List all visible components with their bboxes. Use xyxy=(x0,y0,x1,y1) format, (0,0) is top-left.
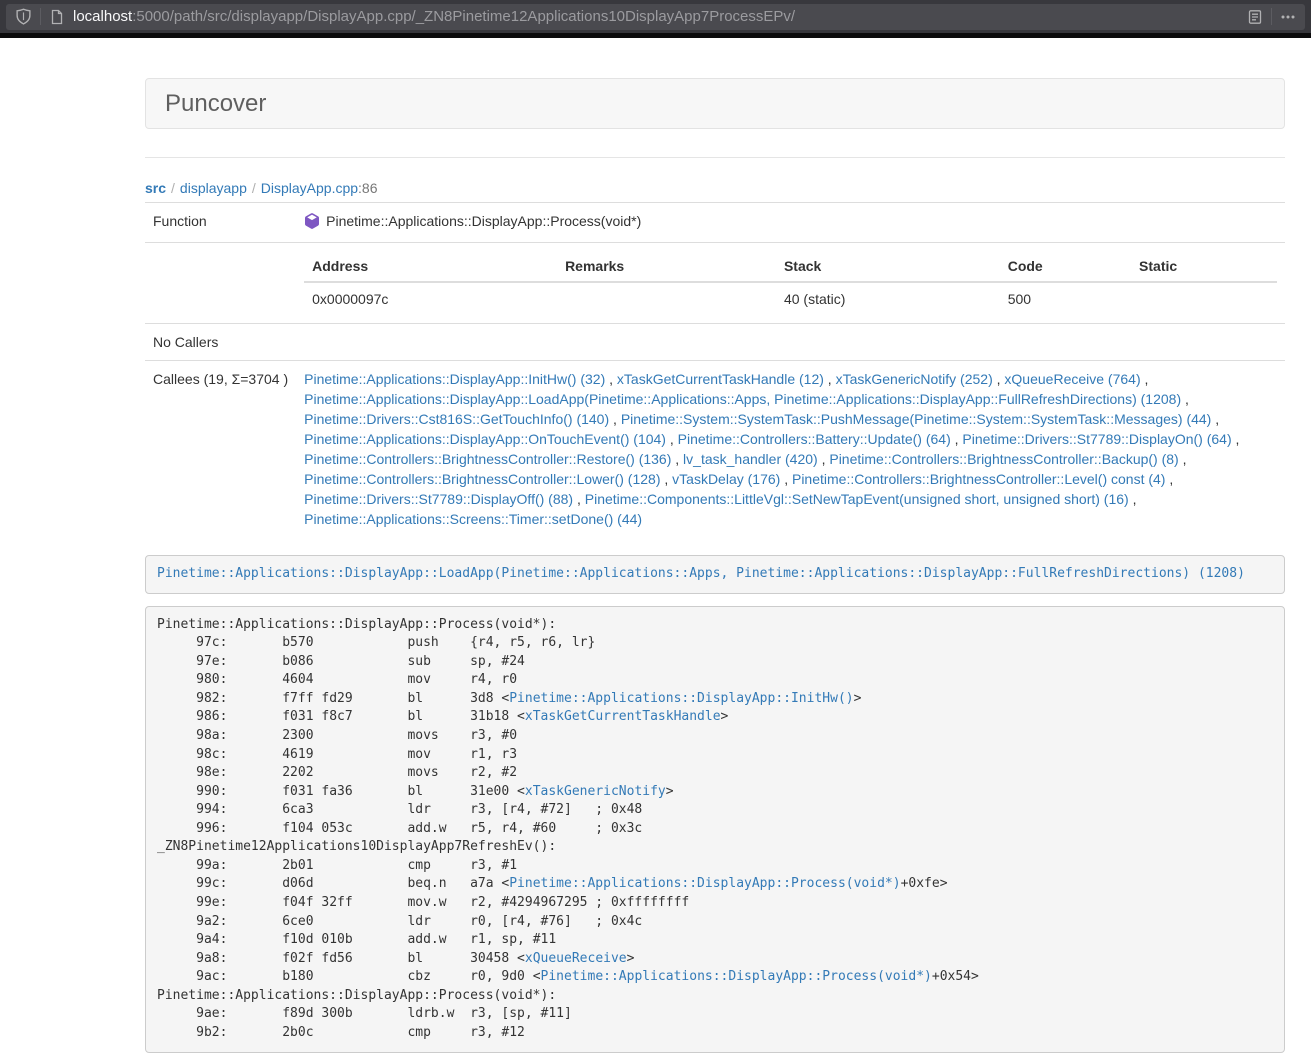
urlbar-divider xyxy=(40,8,41,25)
callee-link[interactable]: Pinetime::Applications::Screens::Timer::… xyxy=(304,511,642,527)
callee-separator: , xyxy=(951,431,963,447)
url-bar[interactable]: localhost:5000/path/src/displayapp/Displ… xyxy=(6,4,1305,30)
package-cube-icon xyxy=(304,213,320,234)
asm-symbol-link[interactable]: xTaskGetCurrentTaskHandle xyxy=(525,709,721,724)
metric-value xyxy=(557,282,776,315)
column-header: Address xyxy=(304,251,557,282)
breadcrumb-link[interactable]: displayapp xyxy=(180,180,247,196)
callee-link[interactable]: Pinetime::Drivers::St7789::DisplayOff() … xyxy=(304,491,573,507)
loadapp-snippet-link[interactable]: Pinetime::Applications::DisplayApp::Load… xyxy=(157,566,1245,581)
asm-symbol-link[interactable]: Pinetime::Applications::DisplayApp::Proc… xyxy=(541,969,932,984)
callee-link[interactable]: Pinetime::Applications::DisplayApp::Init… xyxy=(304,371,605,387)
callee-separator: , xyxy=(573,491,585,507)
asm-symbol-link[interactable]: Pinetime::Applications::DisplayApp::Proc… xyxy=(509,876,900,891)
page-actions-menu-icon[interactable] xyxy=(1280,9,1296,25)
callee-link[interactable]: Pinetime::Controllers::BrightnessControl… xyxy=(304,471,660,487)
url-host: localhost xyxy=(73,8,132,25)
breadcrumb-separator: / xyxy=(247,180,261,196)
breadcrumb-link[interactable]: src xyxy=(145,180,166,196)
callee-separator: , xyxy=(1165,471,1173,487)
empty-label-cell xyxy=(145,243,296,324)
metrics-cell: AddressRemarksStackCodeStatic 0x0000097c… xyxy=(296,243,1285,324)
callee-link[interactable]: Pinetime::Applications::DisplayApp::Load… xyxy=(304,391,1181,407)
callee-separator: , xyxy=(671,451,683,467)
callee-separator: , xyxy=(780,471,792,487)
callees-label: Callees (19, Σ=3704 ) xyxy=(145,361,296,538)
browser-toolbar: localhost:5000/path/src/displayapp/Displ… xyxy=(0,0,1311,33)
callee-separator: , xyxy=(818,451,830,467)
asm-symbol-link[interactable]: xQueueReceive xyxy=(525,951,627,966)
callee-separator: , xyxy=(660,471,672,487)
callee-separator: , xyxy=(605,371,617,387)
function-row: Function Pinetime::Applications::Display… xyxy=(145,203,1285,243)
metrics-row: AddressRemarksStackCodeStatic 0x0000097c… xyxy=(145,243,1285,324)
callee-separator: , xyxy=(993,371,1005,387)
symbol-table: Function Pinetime::Applications::Display… xyxy=(145,202,1285,537)
callee-link[interactable]: Pinetime::Drivers::Cst816S::GetTouchInfo… xyxy=(304,411,609,427)
callers-cell xyxy=(296,324,1285,361)
metric-value: 0x0000097c xyxy=(304,282,557,315)
breadcrumb-line-number: :86 xyxy=(358,180,377,196)
callee-separator: , xyxy=(1232,431,1240,447)
puncover-page: Puncover src/displayapp/DisplayApp.cpp:8… xyxy=(145,38,1285,1053)
callees-cell: Pinetime::Applications::DisplayApp::Init… xyxy=(296,361,1285,538)
column-header: Remarks xyxy=(557,251,776,282)
tracking-protection-shield-icon[interactable] xyxy=(15,8,32,25)
asm-symbol-link[interactable]: xTaskGenericNotify xyxy=(525,784,666,799)
breadcrumb-separator: / xyxy=(166,180,180,196)
callee-link[interactable]: Pinetime::Applications::DisplayApp::OnTo… xyxy=(304,431,666,447)
assembly-listing: Pinetime::Applications::DisplayApp::Proc… xyxy=(145,606,1285,1053)
callee-separator: , xyxy=(1211,411,1219,427)
page-title-panel: Puncover xyxy=(145,78,1285,129)
callee-separator: , xyxy=(1141,371,1149,387)
url-text[interactable]: localhost:5000/path/src/displayapp/Displ… xyxy=(73,8,1247,25)
callee-link[interactable]: Pinetime::Controllers::BrightnessControl… xyxy=(304,451,671,467)
metric-value: 500 xyxy=(1000,282,1131,315)
callee-link[interactable]: Pinetime::Drivers::St7789::DisplayOn() (… xyxy=(962,431,1231,447)
metrics-value-row: 0x0000097c 40 (static)500 xyxy=(304,282,1277,315)
metric-value xyxy=(1131,282,1277,315)
callees-row: Callees (19, Σ=3704 ) Pinetime::Applicat… xyxy=(145,361,1285,538)
callee-link[interactable]: Pinetime::System::SystemTask::PushMessag… xyxy=(621,411,1212,427)
function-symbol-cell: Pinetime::Applications::DisplayApp::Proc… xyxy=(296,203,1285,243)
reader-mode-icon[interactable] xyxy=(1247,9,1263,25)
callee-link[interactable]: lv_task_handler (420) xyxy=(683,451,818,467)
callee-separator: , xyxy=(1129,491,1137,507)
function-label: Function xyxy=(145,203,296,243)
metrics-header-row: AddressRemarksStackCodeStatic xyxy=(304,251,1277,282)
callee-link[interactable]: xTaskGenericNotify (252) xyxy=(836,371,993,387)
callee-link[interactable]: Pinetime::Controllers::Battery::Update()… xyxy=(678,431,951,447)
callee-link[interactable]: xTaskGetCurrentTaskHandle (12) xyxy=(617,371,824,387)
url-path: :5000/path/src/displayapp/DisplayApp.cpp… xyxy=(132,8,795,25)
callee-separator: , xyxy=(609,411,621,427)
page-title: Puncover xyxy=(165,90,266,117)
metric-value: 40 (static) xyxy=(776,282,1000,315)
callers-row: No Callers xyxy=(145,324,1285,361)
metrics-table: AddressRemarksStackCodeStatic 0x0000097c… xyxy=(304,251,1277,315)
callee-link[interactable]: Pinetime::Controllers::BrightnessControl… xyxy=(829,451,1178,467)
page-info-icon[interactable] xyxy=(49,9,65,25)
callee-separator: , xyxy=(1179,451,1187,467)
callee-link[interactable]: vTaskDelay (176) xyxy=(672,471,780,487)
function-symbol: Pinetime::Applications::DisplayApp::Proc… xyxy=(326,213,641,229)
callee-link[interactable]: xQueueReceive (764) xyxy=(1004,371,1140,387)
column-header: Static xyxy=(1131,251,1277,282)
asm-symbol-link[interactable]: Pinetime::Applications::DisplayApp::Init… xyxy=(509,691,853,706)
column-header: Code xyxy=(1000,251,1131,282)
divider-rule xyxy=(145,157,1285,158)
breadcrumb-link[interactable]: DisplayApp.cpp xyxy=(261,180,358,196)
loadapp-snippet-block: Pinetime::Applications::DisplayApp::Load… xyxy=(145,555,1285,594)
callee-separator: , xyxy=(1181,391,1189,407)
callee-separator: , xyxy=(824,371,836,387)
callee-link[interactable]: Pinetime::Controllers::BrightnessControl… xyxy=(792,471,1165,487)
callers-label: No Callers xyxy=(145,324,296,361)
breadcrumb: src/displayapp/DisplayApp.cpp:86 xyxy=(145,178,1285,198)
callee-separator: , xyxy=(666,431,678,447)
urlbar-divider xyxy=(1271,8,1272,25)
callee-link[interactable]: Pinetime::Components::LittleVgl::SetNewT… xyxy=(585,491,1129,507)
column-header: Stack xyxy=(776,251,1000,282)
